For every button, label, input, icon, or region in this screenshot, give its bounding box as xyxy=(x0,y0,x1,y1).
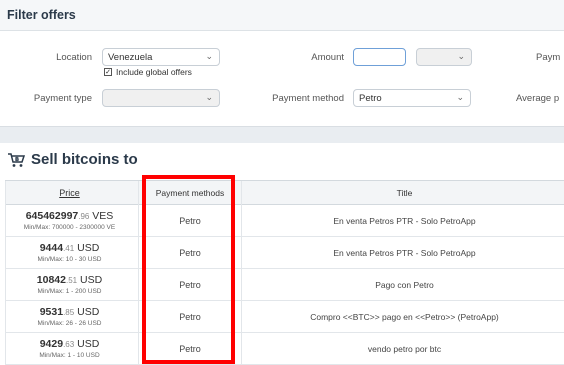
min-max-limits: Min/Max: 700000 - 2300000 VE xyxy=(23,224,116,231)
offers-table: Price Payment methods Title 645462997.96… xyxy=(5,180,564,365)
amount-input[interactable] xyxy=(353,48,406,66)
sell-title-text: Sell bitcoins to xyxy=(31,151,138,168)
column-divider xyxy=(241,181,242,365)
location-label: Location xyxy=(56,52,92,63)
filter-title: Filter offers xyxy=(7,8,76,22)
price-value: 9531.85 USD xyxy=(39,306,100,318)
svg-text:฿: ฿ xyxy=(15,156,19,163)
chevron-down-icon: ⌄ xyxy=(456,92,464,102)
table-row[interactable]: 9429.63 USD Min/Max: 1 - 10 USD Petro ve… xyxy=(5,333,564,365)
chevron-down-icon: ⌄ xyxy=(205,92,213,102)
payment-label-cut: Paym xyxy=(536,52,561,63)
min-max-limits: Min/Max: 1 - 200 USD xyxy=(37,288,102,295)
filter-panel: Location Venezuela ⌄ ✓ Include global of… xyxy=(0,31,564,126)
payment-method-select[interactable]: Petro ⌄ xyxy=(353,89,471,107)
average-label-cut: Average p xyxy=(516,93,560,104)
payment-type-select[interactable]: ⌄ xyxy=(102,89,220,107)
filter-header: Filter offers xyxy=(0,0,564,31)
table-row[interactable]: 9531.85 USD Min/Max: 26 - 26 USD Petro C… xyxy=(5,301,564,333)
title-column-header: Title xyxy=(396,188,413,198)
include-global-checkbox[interactable]: ✓ xyxy=(104,68,112,76)
offer-title-link[interactable]: En venta Petros PTR - Solo PetroApp xyxy=(245,248,564,258)
offer-title-link[interactable]: vendo petro por btc xyxy=(245,344,564,354)
highlight-box xyxy=(142,175,235,364)
offer-title-link[interactable]: Compro <<BTC>> pago en <<Petro>> (PetroA… xyxy=(245,312,564,322)
price-column-header[interactable]: Price xyxy=(5,188,134,198)
price-value: 9444.41 USD xyxy=(39,242,100,254)
include-global-label: Include global offers xyxy=(116,67,192,77)
price-value: 645462997.96 VES xyxy=(25,210,114,222)
price-value: 9429.63 USD xyxy=(39,338,100,350)
chevron-down-icon: ⌄ xyxy=(457,51,465,61)
section-divider xyxy=(0,126,564,143)
amount-label: Amount xyxy=(311,52,344,63)
payment-type-label: Payment type xyxy=(33,93,92,104)
offer-title-link[interactable]: Pago con Petro xyxy=(245,280,564,290)
price-value: 10842.51 USD xyxy=(36,274,103,286)
min-max-limits: Min/Max: 1 - 10 USD xyxy=(39,352,100,359)
table-border-left xyxy=(5,181,6,365)
include-global-checkbox-row[interactable]: ✓ Include global offers xyxy=(104,67,192,77)
table-row[interactable]: 9444.41 USD Min/Max: 10 - 30 USD Petro E… xyxy=(5,237,564,269)
payment-method-label: Payment method xyxy=(272,93,344,104)
offer-title-link[interactable]: En venta Petros PTR - Solo PetroApp xyxy=(245,216,564,226)
min-max-limits: Min/Max: 10 - 30 USD xyxy=(37,256,102,263)
table-row[interactable]: 645462997.96 VES Min/Max: 700000 - 23000… xyxy=(5,205,564,237)
table-header: Price Payment methods Title xyxy=(5,181,564,205)
table-row[interactable]: 10842.51 USD Min/Max: 1 - 200 USD Petro … xyxy=(5,269,564,301)
column-divider xyxy=(138,181,139,365)
chevron-down-icon: ⌄ xyxy=(205,51,213,61)
cart-bitcoin-icon: ฿ xyxy=(8,152,25,167)
currency-select[interactable]: ⌄ xyxy=(416,48,472,66)
payment-method-value: Petro xyxy=(359,93,382,104)
location-value: Venezuela xyxy=(108,52,153,63)
sell-section-title: ฿ Sell bitcoins to xyxy=(7,151,138,168)
location-select[interactable]: Venezuela ⌄ xyxy=(102,48,220,66)
min-max-limits: Min/Max: 26 - 26 USD xyxy=(37,320,102,327)
